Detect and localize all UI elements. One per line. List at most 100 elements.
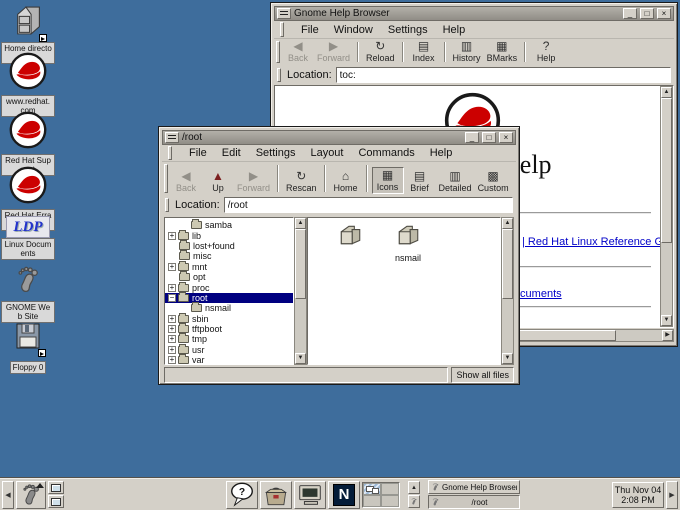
tree-item[interactable]: +var [165, 355, 293, 365]
menu-file[interactable]: File [189, 147, 207, 159]
monitor-button-bottom[interactable] [48, 495, 64, 508]
control-center-launcher[interactable] [260, 481, 292, 509]
maximize-button[interactable]: □ [482, 132, 496, 143]
scroll-up-icon[interactable]: ▲ [661, 87, 672, 98]
panel-hide-left-button[interactable]: ◀ [2, 481, 14, 509]
file-icon-pane[interactable]: nsmail [307, 217, 501, 365]
tasklist-controls: ▲ [408, 481, 420, 508]
up-button[interactable]: ▲ Up [202, 169, 234, 194]
menu-layout[interactable]: Layout [310, 147, 343, 159]
help-button[interactable]: ? Help [530, 39, 562, 64]
tasklist-foot-button[interactable] [408, 495, 420, 508]
scrollbar-thumb[interactable] [502, 229, 513, 299]
handle-grip[interactable] [280, 22, 284, 37]
pager-desktop-4[interactable] [381, 495, 399, 507]
minimize-button[interactable]: _ [623, 8, 637, 19]
scroll-up-icon[interactable]: ▲ [295, 218, 306, 229]
scroll-up-icon[interactable]: ▲ [502, 218, 513, 229]
menu-edit[interactable]: Edit [222, 147, 241, 159]
icons-view-button[interactable]: ▦ Icons [372, 167, 404, 194]
scrollbar-thumb[interactable] [295, 229, 306, 299]
bmarks-button[interactable]: ▦ BMarks [484, 39, 521, 64]
pager-desktop-2[interactable] [381, 483, 399, 495]
desktop-icon-gnome-web-site[interactable]: GNOME Web Site [0, 264, 56, 324]
pager-desktop-3[interactable] [363, 495, 381, 507]
index-button[interactable]: ▤ Index [408, 39, 440, 64]
forward-button[interactable]: ▶ Forward [314, 39, 353, 64]
handle-grip[interactable] [277, 68, 281, 82]
expander-icon[interactable]: + [168, 346, 176, 354]
menu-help[interactable]: Help [430, 147, 453, 159]
help-launcher[interactable] [226, 481, 258, 509]
custom-view-button[interactable]: ▩ Custom [475, 169, 512, 194]
brief-view-button[interactable]: ▤ Brief [404, 169, 436, 194]
task-button-root[interactable]: /root [428, 495, 520, 509]
scrollbar-thumb[interactable] [661, 98, 672, 243]
location-input[interactable] [224, 197, 513, 213]
scroll-down-icon[interactable]: ▼ [502, 353, 513, 364]
tasklist-popup-button[interactable]: ▲ [408, 481, 420, 494]
menu-commands[interactable]: Commands [358, 147, 414, 159]
help-titlebar[interactable]: Gnome Help Browser _ □ × [274, 6, 674, 21]
desktop-icon-www-redhat-com[interactable]: www.redhat.com [0, 52, 56, 118]
location-input[interactable] [336, 67, 671, 83]
link-reference-guide[interactable]: | Red Hat Linux Reference Guide [522, 236, 674, 248]
terminal-launcher[interactable] [294, 481, 326, 509]
file-item[interactable] [326, 224, 374, 253]
desk-guide-pager[interactable] [362, 482, 400, 508]
handle-grip[interactable] [168, 146, 172, 160]
back-button[interactable]: ◀ Back [282, 39, 314, 64]
handle-grip[interactable] [164, 164, 168, 193]
clock-applet[interactable]: Thu Nov 04 2:08 PM [612, 482, 664, 508]
expander-icon[interactable]: + [168, 325, 176, 333]
vertical-scrollbar[interactable]: ▲ ▼ [660, 86, 673, 327]
maximize-button[interactable]: □ [640, 8, 654, 19]
window-menu-icon[interactable] [165, 132, 179, 143]
file-item[interactable]: nsmail [384, 224, 432, 263]
history-button[interactable]: ▥ History [450, 39, 484, 64]
window-menu-icon[interactable] [277, 8, 291, 19]
expander-icon[interactable]: + [168, 263, 176, 271]
help-menubar: File Window Settings Help [274, 21, 674, 39]
menu-settings[interactable]: Settings [388, 24, 428, 36]
menu-settings[interactable]: Settings [256, 147, 296, 159]
detailed-view-button[interactable]: ▥ Detailed [436, 169, 475, 194]
monitor-button-top[interactable] [48, 481, 64, 494]
expander-icon[interactable]: + [168, 232, 176, 240]
tree-scrollbar[interactable]: ▲ ▼ [294, 217, 307, 365]
expander-icon[interactable]: + [168, 335, 176, 343]
menu-window[interactable]: Window [334, 24, 373, 36]
expander-icon[interactable]: + [168, 315, 176, 323]
file-filter-status[interactable]: Show all files [451, 367, 514, 383]
handle-grip[interactable] [276, 41, 280, 63]
task-button-help-browser[interactable]: Gnome Help Browser [428, 480, 520, 494]
tree-item-selected[interactable]: −root [165, 293, 293, 303]
panel-hide-right-button[interactable]: ▶ [666, 481, 678, 509]
forward-button[interactable]: ▶ Forward [234, 169, 273, 194]
rescan-button[interactable]: ↻ Rescan [283, 169, 320, 194]
netscape-launcher[interactable]: N [328, 481, 360, 509]
scroll-down-icon[interactable]: ▼ [661, 315, 672, 326]
desktop-icon-floppy-0[interactable]: Floppy 0 [0, 320, 56, 375]
back-button[interactable]: ◀ Back [170, 169, 202, 194]
home-button[interactable]: ⌂ Home [330, 169, 362, 194]
menu-file[interactable]: File [301, 24, 319, 36]
expander-icon[interactable]: + [168, 284, 176, 292]
menu-help[interactable]: Help [443, 24, 466, 36]
close-button[interactable]: × [499, 132, 513, 143]
ldp-logo-icon: LDP [6, 216, 50, 238]
fm-titlebar[interactable]: /root _ □ × [162, 130, 516, 145]
handle-grip[interactable] [165, 198, 169, 212]
minimize-button[interactable]: _ [465, 132, 479, 143]
scroll-down-icon[interactable]: ▼ [295, 353, 306, 364]
main-menu-button[interactable] [16, 481, 46, 509]
expander-icon[interactable]: + [168, 356, 176, 364]
tree-item-label: nsmail [205, 303, 231, 313]
desktop-icon-linux-documents[interactable]: LDP Linux Documents [0, 216, 56, 261]
scroll-right-icon[interactable]: ▶ [662, 330, 673, 341]
close-button[interactable]: × [657, 8, 671, 19]
pager-desktop-1[interactable] [363, 483, 381, 495]
icon-pane-scrollbar[interactable]: ▲ ▼ [501, 217, 514, 365]
reload-button[interactable]: ↻ Reload [363, 39, 398, 64]
expander-icon[interactable]: − [168, 294, 176, 302]
